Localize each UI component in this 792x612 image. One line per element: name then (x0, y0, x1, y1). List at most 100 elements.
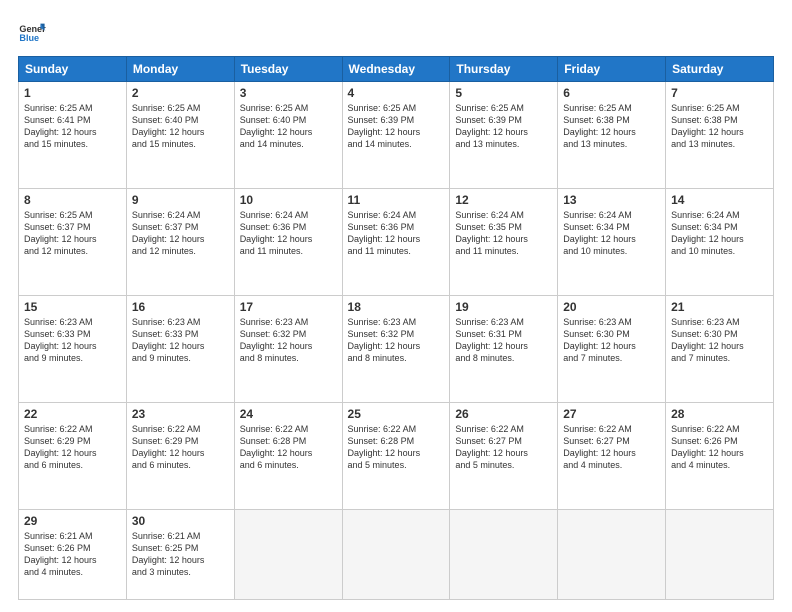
day-info: Sunrise: 6:25 AMSunset: 6:38 PMDaylight:… (671, 103, 744, 149)
day-number: 7 (671, 86, 768, 100)
day-number: 23 (132, 407, 229, 421)
week-row-5: 29 Sunrise: 6:21 AMSunset: 6:26 PMDayligh… (19, 510, 774, 600)
day-info: Sunrise: 6:23 AMSunset: 6:33 PMDaylight:… (132, 317, 205, 363)
day-number: 21 (671, 300, 768, 314)
page: General Blue SundayMondayTuesdayWednesda… (0, 0, 792, 612)
day-info: Sunrise: 6:24 AMSunset: 6:35 PMDaylight:… (455, 210, 528, 256)
day-cell-empty (666, 510, 774, 600)
day-cell-3: 3 Sunrise: 6:25 AMSunset: 6:40 PMDaylight… (234, 82, 342, 189)
day-number: 26 (455, 407, 552, 421)
day-cell-10: 10Sunrise: 6:24 AMSunset: 6:36 PMDayligh… (234, 189, 342, 296)
day-number: 22 (24, 407, 121, 421)
day-number: 10 (240, 193, 337, 207)
week-row-4: 22 Sunrise: 6:22 AMSunset: 6:29 PMDayligh… (19, 403, 774, 510)
day-number: 27 (563, 407, 660, 421)
day-info: Sunrise: 6:23 AMSunset: 6:30 PMDaylight:… (671, 317, 744, 363)
col-header-thursday: Thursday (450, 57, 558, 82)
day-cell-11: 11 Sunrise: 6:24 AMSunset: 6:36 PMDayligh… (342, 189, 450, 296)
day-info: Sunrise: 6:24 AMSunset: 6:34 PMDaylight:… (671, 210, 744, 256)
day-number: 8 (24, 193, 121, 207)
day-cell-1: 1 Sunrise: 6:25 AMSunset: 6:41 PMDaylight… (19, 82, 127, 189)
day-number: 30 (132, 514, 229, 528)
day-info: Sunrise: 6:23 AMSunset: 6:30 PMDaylight:… (563, 317, 636, 363)
day-cell-7: 7 Sunrise: 6:25 AMSunset: 6:38 PMDaylight… (666, 82, 774, 189)
day-info: Sunrise: 6:22 AMSunset: 6:28 PMDaylight:… (348, 424, 421, 470)
col-header-saturday: Saturday (666, 57, 774, 82)
day-info: Sunrise: 6:21 AMSunset: 6:26 PMDaylight:… (24, 531, 97, 577)
day-number: 5 (455, 86, 552, 100)
day-cell-13: 13 Sunrise: 6:24 AMSunset: 6:34 PMDayligh… (558, 189, 666, 296)
day-cell-6: 6 Sunrise: 6:25 AMSunset: 6:38 PMDaylight… (558, 82, 666, 189)
day-number: 9 (132, 193, 229, 207)
day-cell-18: 18Sunrise: 6:23 AMSunset: 6:32 PMDayligh… (342, 296, 450, 403)
day-number: 11 (348, 193, 445, 207)
day-number: 16 (132, 300, 229, 314)
day-info: Sunrise: 6:24 AMSunset: 6:34 PMDaylight:… (563, 210, 636, 256)
header: General Blue (18, 18, 774, 46)
day-cell-empty (450, 510, 558, 600)
week-row-3: 15 Sunrise: 6:23 AMSunset: 6:33 PMDayligh… (19, 296, 774, 403)
calendar-table: SundayMondayTuesdayWednesdayThursdayFrid… (18, 56, 774, 600)
day-info: Sunrise: 6:25 AMSunset: 6:37 PMDaylight:… (24, 210, 97, 256)
day-number: 6 (563, 86, 660, 100)
day-info: Sunrise: 6:25 AMSunset: 6:40 PMDaylight:… (240, 103, 313, 149)
col-header-monday: Monday (126, 57, 234, 82)
day-number: 20 (563, 300, 660, 314)
day-cell-21: 21 Sunrise: 6:23 AMSunset: 6:30 PMDayligh… (666, 296, 774, 403)
day-info: Sunrise: 6:22 AMSunset: 6:26 PMDaylight:… (671, 424, 744, 470)
day-cell-17: 17Sunrise: 6:23 AMSunset: 6:32 PMDayligh… (234, 296, 342, 403)
calendar-header-row: SundayMondayTuesdayWednesdayThursdayFrid… (19, 57, 774, 82)
day-cell-5: 5 Sunrise: 6:25 AMSunset: 6:39 PMDaylight… (450, 82, 558, 189)
day-cell-28: 28 Sunrise: 6:22 AMSunset: 6:26 PMDayligh… (666, 403, 774, 510)
day-number: 24 (240, 407, 337, 421)
day-number: 1 (24, 86, 121, 100)
day-cell-19: 19 Sunrise: 6:23 AMSunset: 6:31 PMDayligh… (450, 296, 558, 403)
day-number: 17 (240, 300, 337, 314)
day-info: Sunrise: 6:22 AMSunset: 6:28 PMDaylight:… (240, 424, 313, 470)
day-number: 13 (563, 193, 660, 207)
col-header-friday: Friday (558, 57, 666, 82)
logo: General Blue (18, 18, 50, 46)
day-cell-4: 4Sunrise: 6:25 AMSunset: 6:39 PMDaylight… (342, 82, 450, 189)
day-number: 19 (455, 300, 552, 314)
logo-icon: General Blue (18, 18, 46, 46)
day-info: Sunrise: 6:25 AMSunset: 6:39 PMDaylight:… (348, 103, 421, 149)
day-cell-30: 30 Sunrise: 6:21 AMSunset: 6:25 PMDayligh… (126, 510, 234, 600)
day-info: Sunrise: 6:21 AMSunset: 6:25 PMDaylight:… (132, 531, 205, 577)
day-cell-22: 22 Sunrise: 6:22 AMSunset: 6:29 PMDayligh… (19, 403, 127, 510)
day-info: Sunrise: 6:23 AMSunset: 6:32 PMDaylight:… (348, 317, 421, 363)
day-cell-8: 8 Sunrise: 6:25 AMSunset: 6:37 PMDaylight… (19, 189, 127, 296)
day-info: Sunrise: 6:25 AMSunset: 6:39 PMDaylight:… (455, 103, 528, 149)
day-info: Sunrise: 6:22 AMSunset: 6:27 PMDaylight:… (455, 424, 528, 470)
week-row-2: 8 Sunrise: 6:25 AMSunset: 6:37 PMDaylight… (19, 189, 774, 296)
day-number: 15 (24, 300, 121, 314)
day-cell-20: 20 Sunrise: 6:23 AMSunset: 6:30 PMDayligh… (558, 296, 666, 403)
col-header-sunday: Sunday (19, 57, 127, 82)
day-info: Sunrise: 6:22 AMSunset: 6:29 PMDaylight:… (132, 424, 205, 470)
day-cell-12: 12 Sunrise: 6:24 AMSunset: 6:35 PMDayligh… (450, 189, 558, 296)
day-number: 3 (240, 86, 337, 100)
day-cell-23: 23 Sunrise: 6:22 AMSunset: 6:29 PMDayligh… (126, 403, 234, 510)
day-info: Sunrise: 6:25 AMSunset: 6:41 PMDaylight:… (24, 103, 97, 149)
day-info: Sunrise: 6:23 AMSunset: 6:31 PMDaylight:… (455, 317, 528, 363)
day-cell-16: 16 Sunrise: 6:23 AMSunset: 6:33 PMDayligh… (126, 296, 234, 403)
day-cell-14: 14 Sunrise: 6:24 AMSunset: 6:34 PMDayligh… (666, 189, 774, 296)
day-info: Sunrise: 6:25 AMSunset: 6:38 PMDaylight:… (563, 103, 636, 149)
day-cell-29: 29 Sunrise: 6:21 AMSunset: 6:26 PMDayligh… (19, 510, 127, 600)
day-info: Sunrise: 6:22 AMSunset: 6:29 PMDaylight:… (24, 424, 97, 470)
day-number: 29 (24, 514, 121, 528)
day-info: Sunrise: 6:24 AMSunset: 6:37 PMDaylight:… (132, 210, 205, 256)
day-number: 28 (671, 407, 768, 421)
day-cell-empty (234, 510, 342, 600)
day-number: 2 (132, 86, 229, 100)
day-info: Sunrise: 6:24 AMSunset: 6:36 PMDaylight:… (348, 210, 421, 256)
day-cell-9: 9 Sunrise: 6:24 AMSunset: 6:37 PMDaylight… (126, 189, 234, 296)
day-number: 12 (455, 193, 552, 207)
day-number: 14 (671, 193, 768, 207)
day-cell-24: 24 Sunrise: 6:22 AMSunset: 6:28 PMDayligh… (234, 403, 342, 510)
col-header-wednesday: Wednesday (342, 57, 450, 82)
day-number: 25 (348, 407, 445, 421)
day-info: Sunrise: 6:22 AMSunset: 6:27 PMDaylight:… (563, 424, 636, 470)
day-cell-empty (342, 510, 450, 600)
svg-text:Blue: Blue (19, 33, 39, 43)
